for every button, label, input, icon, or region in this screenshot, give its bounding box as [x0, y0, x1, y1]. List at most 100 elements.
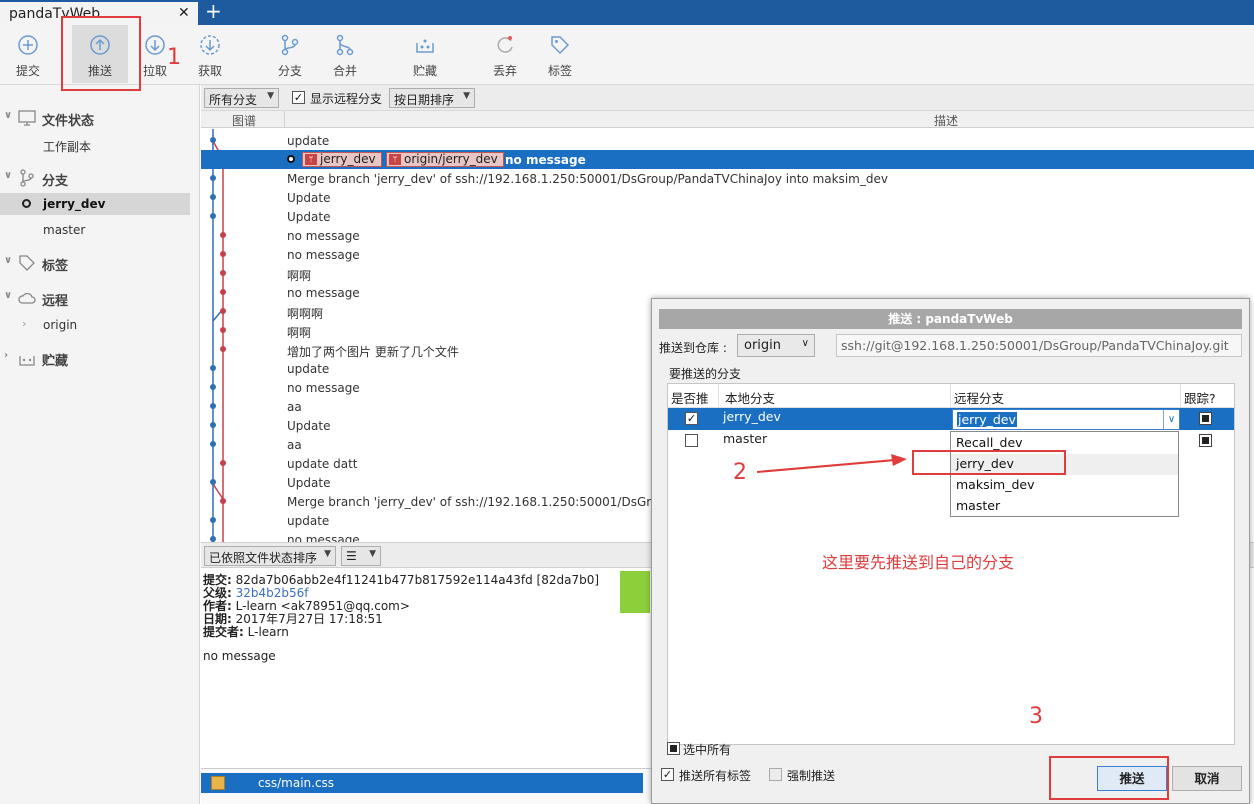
branch-table-header: 是否推 本地分支 远程分支 跟踪?: [668, 384, 1234, 408]
branch-tag-label: jerry_dev: [320, 152, 376, 166]
tags-label: 标签: [42, 259, 69, 274]
tag-button[interactable]: 标签: [532, 25, 588, 83]
sidebar-item-origin[interactable]: › origin: [0, 314, 190, 336]
commit-message: no message: [287, 229, 360, 243]
remote-branch-column-header: 远程分支: [954, 391, 1005, 406]
column-divider: [718, 384, 719, 408]
column-divider: [950, 384, 951, 408]
working-copy-label: 工作副本: [43, 140, 92, 154]
annotation-number: 2: [733, 460, 747, 485]
chevron-down-icon[interactable]: ∨: [4, 170, 12, 181]
commit-message: Update: [287, 210, 331, 224]
annotation-number: 1: [167, 45, 181, 70]
commit-row[interactable]: Update: [201, 188, 1254, 207]
committer-row: 提交者: L-learn: [203, 623, 289, 640]
select-all-checkbox[interactable]: [667, 742, 680, 755]
file-sort-select[interactable]: 已依照文件状态排序 ▼: [204, 546, 336, 566]
chevron-right-icon[interactable]: ›: [4, 350, 8, 361]
local-branch-name: master: [723, 431, 768, 446]
commit-message: 啊啊: [287, 269, 312, 283]
commit-message: update: [287, 514, 330, 528]
sidebar-branches[interactable]: ∨ 分支: [0, 166, 200, 190]
stash-button[interactable]: 贮藏: [397, 25, 453, 83]
track-checkbox[interactable]: [1199, 434, 1212, 447]
sort-select[interactable]: 按日期排序 ▼: [389, 88, 475, 108]
sidebar-file-status[interactable]: ∨ 文件状态: [0, 106, 200, 130]
commit-row[interactable]: no message: [201, 245, 1254, 264]
sidebar-item-working-copy[interactable]: 工作副本: [0, 134, 190, 156]
push-checkbox[interactable]: ✓: [685, 412, 698, 425]
graph-column-header[interactable]: 图谱: [232, 112, 256, 129]
sidebar-remotes[interactable]: ∨ 远程: [0, 286, 200, 310]
branch-filter-select[interactable]: 所有分支 ▼: [204, 88, 279, 108]
branches-label: 分支: [42, 174, 69, 189]
sidebar-tags[interactable]: ∨ 标签: [0, 251, 200, 275]
discard-button[interactable]: 丢弃: [477, 25, 533, 83]
add-tab-icon[interactable]: +: [205, 0, 222, 23]
sidebar-item-jerry-dev[interactable]: jerry_dev: [0, 193, 190, 215]
chevron-down-icon[interactable]: ∨: [1163, 410, 1179, 429]
file-row[interactable]: css/main.css: [201, 773, 643, 793]
commit-message: 增加了两个图片 更新了几个文件: [287, 345, 459, 359]
sidebar-item-master[interactable]: master: [0, 219, 190, 241]
merge-button[interactable]: 合并: [317, 25, 373, 83]
push-all-tags-label: 推送所有标签: [679, 769, 752, 783]
repo-select[interactable]: origin ∨: [737, 334, 815, 357]
branch-button[interactable]: 分支: [262, 25, 318, 83]
discard-icon: [497, 36, 513, 53]
force-push-checkbox[interactable]: [769, 768, 782, 781]
file-name: css/main.css: [258, 776, 335, 790]
branch-row[interactable]: ✓ jerry_dev jerry_dev ∨: [668, 408, 1234, 430]
description-column-header[interactable]: 描述: [934, 112, 958, 129]
commit-row[interactable]: no message: [201, 226, 1254, 245]
commit-row[interactable]: 啊啊: [201, 264, 1254, 283]
remote-branch-select[interactable]: jerry_dev ∨: [952, 409, 1180, 430]
commit-message: update: [287, 362, 330, 376]
chevron-down-icon: ▼: [267, 91, 274, 101]
commit-message: no message: [287, 286, 360, 300]
arrow-down-circle-icon: [145, 35, 165, 55]
force-push-label: 强制推送: [787, 769, 836, 783]
commit-message: 啊啊: [287, 326, 312, 340]
push-checkbox[interactable]: [685, 434, 698, 447]
commit-button[interactable]: 提交: [0, 25, 56, 83]
close-icon[interactable]: ✕: [178, 5, 190, 21]
commit-row[interactable]: ᛘ jerry_dev ᛘ origin/jerry_dev no message: [201, 150, 1254, 169]
file-status-label: 文件状态: [42, 114, 95, 129]
sidebar-stash[interactable]: › 贮藏: [0, 346, 200, 370]
remote-name: origin: [43, 318, 78, 332]
show-remote-checkbox[interactable]: ✓: [292, 91, 305, 104]
commit-row[interactable]: Merge branch 'jerry_dev' of ssh://192.16…: [201, 169, 1254, 188]
branch-icon: ᛘ: [389, 154, 401, 165]
chevron-right-icon[interactable]: ›: [22, 317, 26, 330]
chevron-down-icon[interactable]: ∨: [4, 290, 12, 301]
cancel-button[interactable]: 取消: [1172, 766, 1242, 791]
fetch-button[interactable]: 获取: [182, 25, 238, 83]
push-column-header: 是否推: [671, 391, 709, 406]
commit-message: Update: [287, 191, 331, 205]
column-divider[interactable]: [284, 111, 285, 128]
dropdown-option[interactable]: master: [951, 496, 1178, 517]
branch-tag[interactable]: ᛘ origin/jerry_dev: [386, 152, 504, 167]
commit-details: 提交: 82da7b06abb2e4f11241b477b817592e114a…: [201, 568, 651, 768]
annotation-text: 这里要先推送到自己的分支: [822, 553, 1015, 572]
annotation-number: 3: [1029, 704, 1043, 729]
tag-label: 标签: [547, 64, 572, 78]
commit-message: aa: [287, 400, 302, 414]
commit-row[interactable]: update: [201, 131, 1254, 150]
chevron-down-icon[interactable]: ∨: [4, 110, 12, 121]
branches-to-push-label: 要推送的分支: [669, 367, 742, 381]
track-checkbox[interactable]: [1199, 412, 1212, 425]
commit-message: Merge branch 'jerry_dev' of ssh://192.16…: [287, 172, 888, 186]
dropdown-option[interactable]: maksim_dev: [951, 475, 1178, 496]
branch-tag[interactable]: ᛘ jerry_dev: [302, 152, 382, 167]
view-mode-select[interactable]: ☰ ▼: [341, 546, 381, 566]
chevron-down-icon[interactable]: ∨: [4, 255, 12, 266]
push-all-tags-checkbox[interactable]: ✓: [661, 768, 674, 781]
commit-message: no message: [505, 153, 586, 167]
commit-message: update: [287, 134, 330, 148]
branch-name: master: [43, 223, 86, 237]
commit-row[interactable]: Update: [201, 207, 1254, 226]
commit-message: 啊啊啊: [287, 307, 324, 321]
repo-value: origin: [744, 338, 782, 353]
